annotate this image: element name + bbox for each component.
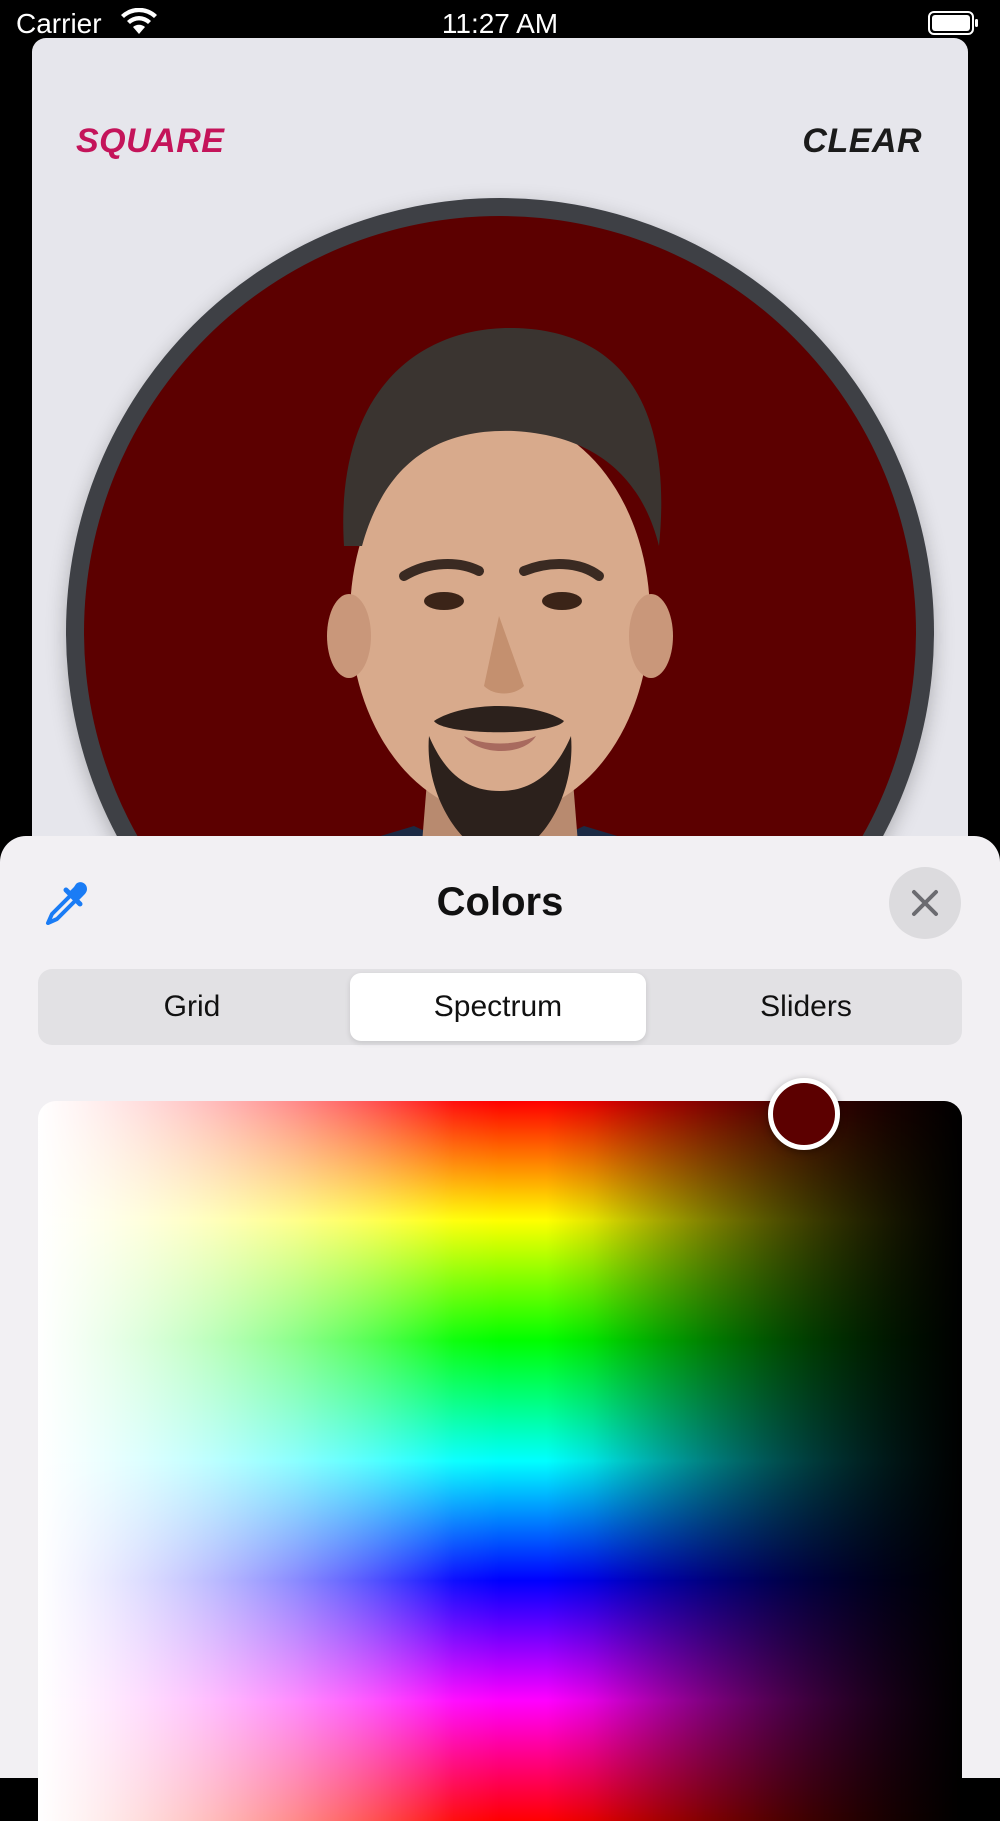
close-button[interactable] <box>889 867 961 939</box>
square-button[interactable]: SQUARE <box>76 122 224 161</box>
sheet-title: Colors <box>436 880 564 924</box>
close-icon <box>912 890 938 916</box>
spectrum-shading <box>38 1101 962 1821</box>
tab-spectrum[interactable]: Spectrum <box>350 973 646 1041</box>
clear-button[interactable]: CLEAR <box>802 122 922 161</box>
color-picker-sheet: Colors Grid Spectrum Sliders <box>0 836 1000 1821</box>
editor-card: SQUARE CLEAR <box>32 38 968 898</box>
spectrum-handle[interactable] <box>768 1078 840 1150</box>
tab-grid[interactable]: Grid <box>42 973 342 1041</box>
mode-segmented-control: Grid Spectrum Sliders <box>38 969 962 1045</box>
portrait-photo <box>305 327 693 898</box>
color-spectrum[interactable] <box>38 1101 962 1821</box>
status-time: 11:27 AM <box>441 8 559 39</box>
battery-icon <box>928 11 978 35</box>
tab-sliders[interactable]: Sliders <box>654 973 958 1041</box>
avatar-frame[interactable] <box>66 198 934 898</box>
avatar <box>84 216 916 898</box>
